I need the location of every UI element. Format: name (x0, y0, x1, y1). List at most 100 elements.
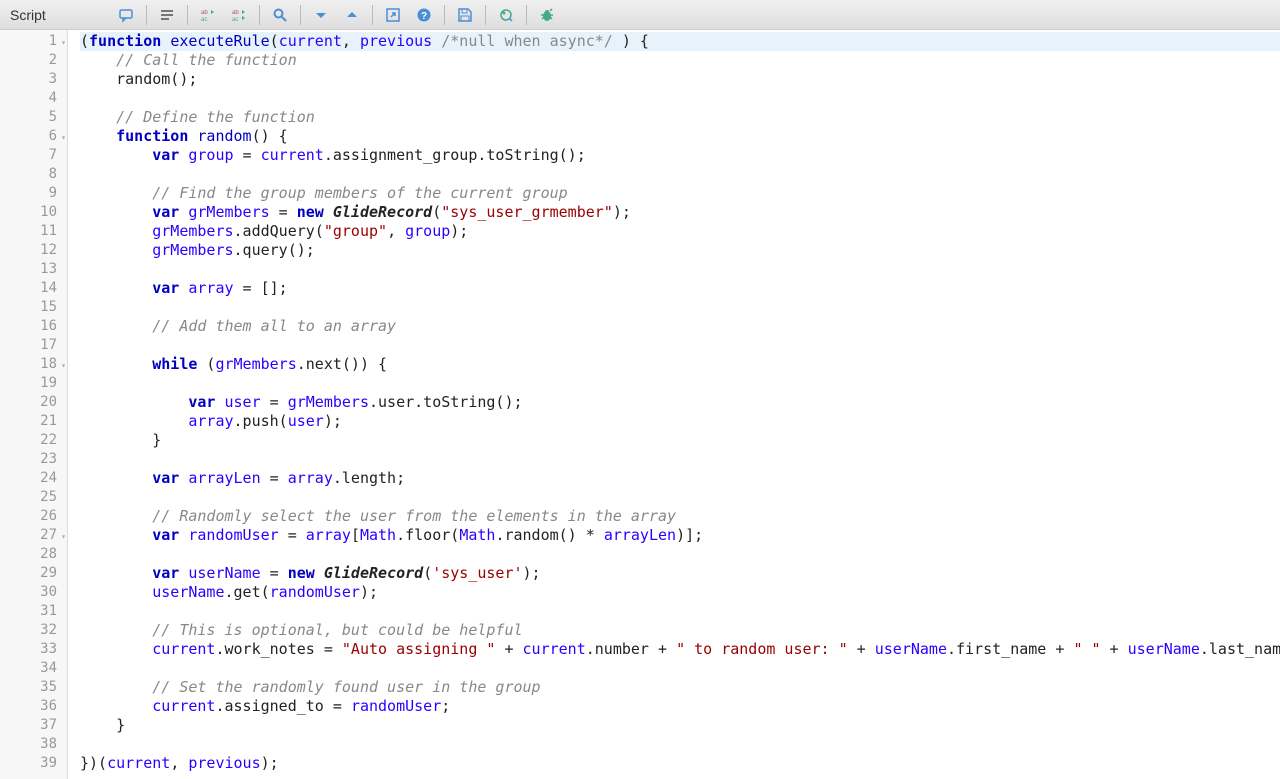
divider (485, 5, 486, 25)
help-icon[interactable]: ? (409, 3, 439, 27)
code-line[interactable] (80, 450, 1280, 469)
code-line[interactable]: } (80, 716, 1280, 735)
svg-text:ac: ac (201, 17, 207, 23)
code-line[interactable]: var userName = new GlideRecord('sys_user… (80, 564, 1280, 583)
code-line[interactable]: var randomUser = array[Math.floor(Math.r… (80, 526, 1280, 545)
code-line[interactable]: function random() { (80, 127, 1280, 146)
code-line[interactable] (80, 602, 1280, 621)
line-number[interactable]: 8 (0, 165, 67, 184)
save-icon[interactable] (450, 3, 480, 27)
code-line[interactable]: while (grMembers.next()) { (80, 355, 1280, 374)
scroll-up-icon[interactable] (337, 3, 367, 27)
code-editor[interactable]: 1234567891011121314151617181920212223242… (0, 30, 1280, 779)
line-number[interactable]: 19 (0, 374, 67, 393)
divider (146, 5, 147, 25)
line-number[interactable]: 14 (0, 279, 67, 298)
line-number[interactable]: 7 (0, 146, 67, 165)
debug-icon[interactable] (532, 3, 562, 27)
code-line[interactable] (80, 336, 1280, 355)
code-line[interactable]: // Define the function (80, 108, 1280, 127)
code-line[interactable]: } (80, 431, 1280, 450)
replace-icon[interactable]: abac (193, 3, 223, 27)
code-line[interactable]: })(current, previous); (80, 754, 1280, 773)
divider (444, 5, 445, 25)
line-number[interactable]: 5 (0, 108, 67, 127)
line-number[interactable]: 27 (0, 526, 67, 545)
line-number[interactable]: 36 (0, 697, 67, 716)
line-number[interactable]: 21 (0, 412, 67, 431)
line-number[interactable]: 17 (0, 336, 67, 355)
scroll-down-icon[interactable] (306, 3, 336, 27)
line-number[interactable]: 35 (0, 678, 67, 697)
code-line[interactable]: grMembers.query(); (80, 241, 1280, 260)
line-number[interactable]: 13 (0, 260, 67, 279)
line-number[interactable]: 29 (0, 564, 67, 583)
line-number[interactable]: 20 (0, 393, 67, 412)
line-number[interactable]: 15 (0, 298, 67, 317)
line-number[interactable]: 22 (0, 431, 67, 450)
line-number[interactable]: 9 (0, 184, 67, 203)
code-line[interactable] (80, 659, 1280, 678)
line-number[interactable]: 18 (0, 355, 67, 374)
code-line[interactable]: // Find the group members of the current… (80, 184, 1280, 203)
svg-text:ab: ab (232, 10, 239, 16)
line-number[interactable]: 23 (0, 450, 67, 469)
code-line[interactable]: current.assigned_to = randomUser; (80, 697, 1280, 716)
code-line[interactable] (80, 165, 1280, 184)
line-number[interactable]: 25 (0, 488, 67, 507)
line-number[interactable]: 1 (0, 32, 67, 51)
line-number[interactable]: 3 (0, 70, 67, 89)
code-line[interactable] (80, 298, 1280, 317)
popout-icon[interactable] (378, 3, 408, 27)
code-line[interactable]: var group = current.assignment_group.toS… (80, 146, 1280, 165)
line-number[interactable]: 6 (0, 127, 67, 146)
line-number[interactable]: 11 (0, 222, 67, 241)
line-number[interactable]: 10 (0, 203, 67, 222)
line-number-gutter[interactable]: 1234567891011121314151617181920212223242… (0, 30, 68, 779)
format-code-icon[interactable] (152, 3, 182, 27)
code-line[interactable]: userName.get(randomUser); (80, 583, 1280, 602)
code-line[interactable]: array.push(user); (80, 412, 1280, 431)
code-line[interactable]: // Call the function (80, 51, 1280, 70)
code-line[interactable] (80, 374, 1280, 393)
line-number[interactable]: 37 (0, 716, 67, 735)
code-line[interactable]: // Randomly select the user from the ele… (80, 507, 1280, 526)
line-number[interactable]: 33 (0, 640, 67, 659)
code-line[interactable]: current.work_notes = "Auto assigning " +… (80, 640, 1280, 659)
code-area[interactable]: (function executeRule(current, previous … (68, 30, 1280, 779)
code-line[interactable]: var arrayLen = array.length; (80, 469, 1280, 488)
code-line[interactable]: var grMembers = new GlideRecord("sys_use… (80, 203, 1280, 222)
code-line[interactable]: (function executeRule(current, previous … (80, 32, 1280, 51)
replace-all-icon[interactable]: abac (224, 3, 254, 27)
code-line[interactable]: // This is optional, but could be helpfu… (80, 621, 1280, 640)
line-number[interactable]: 39 (0, 754, 67, 773)
code-line[interactable] (80, 488, 1280, 507)
code-line[interactable]: var user = grMembers.user.toString(); (80, 393, 1280, 412)
line-number[interactable]: 2 (0, 51, 67, 70)
code-line[interactable]: // Set the randomly found user in the gr… (80, 678, 1280, 697)
toolbar-buttons: abac abac ? (111, 3, 562, 27)
line-number[interactable]: 4 (0, 89, 67, 108)
line-number[interactable]: 32 (0, 621, 67, 640)
comment-icon[interactable] (111, 3, 141, 27)
code-line[interactable]: var array = []; (80, 279, 1280, 298)
code-line[interactable]: // Add them all to an array (80, 317, 1280, 336)
line-number[interactable]: 26 (0, 507, 67, 526)
code-line[interactable] (80, 545, 1280, 564)
line-number[interactable]: 31 (0, 602, 67, 621)
line-number[interactable]: 16 (0, 317, 67, 336)
line-number[interactable]: 34 (0, 659, 67, 678)
line-number[interactable]: 28 (0, 545, 67, 564)
line-number[interactable]: 12 (0, 241, 67, 260)
line-number[interactable]: 30 (0, 583, 67, 602)
code-line[interactable]: grMembers.addQuery("group", group); (80, 222, 1280, 241)
line-number[interactable]: 24 (0, 469, 67, 488)
line-number[interactable]: 38 (0, 735, 67, 754)
code-line[interactable]: random(); (80, 70, 1280, 89)
toggle-icon[interactable] (491, 3, 521, 27)
search-icon[interactable] (265, 3, 295, 27)
code-line[interactable] (80, 89, 1280, 108)
code-line[interactable] (80, 735, 1280, 754)
svg-text:ab: ab (201, 10, 208, 16)
code-line[interactable] (80, 260, 1280, 279)
